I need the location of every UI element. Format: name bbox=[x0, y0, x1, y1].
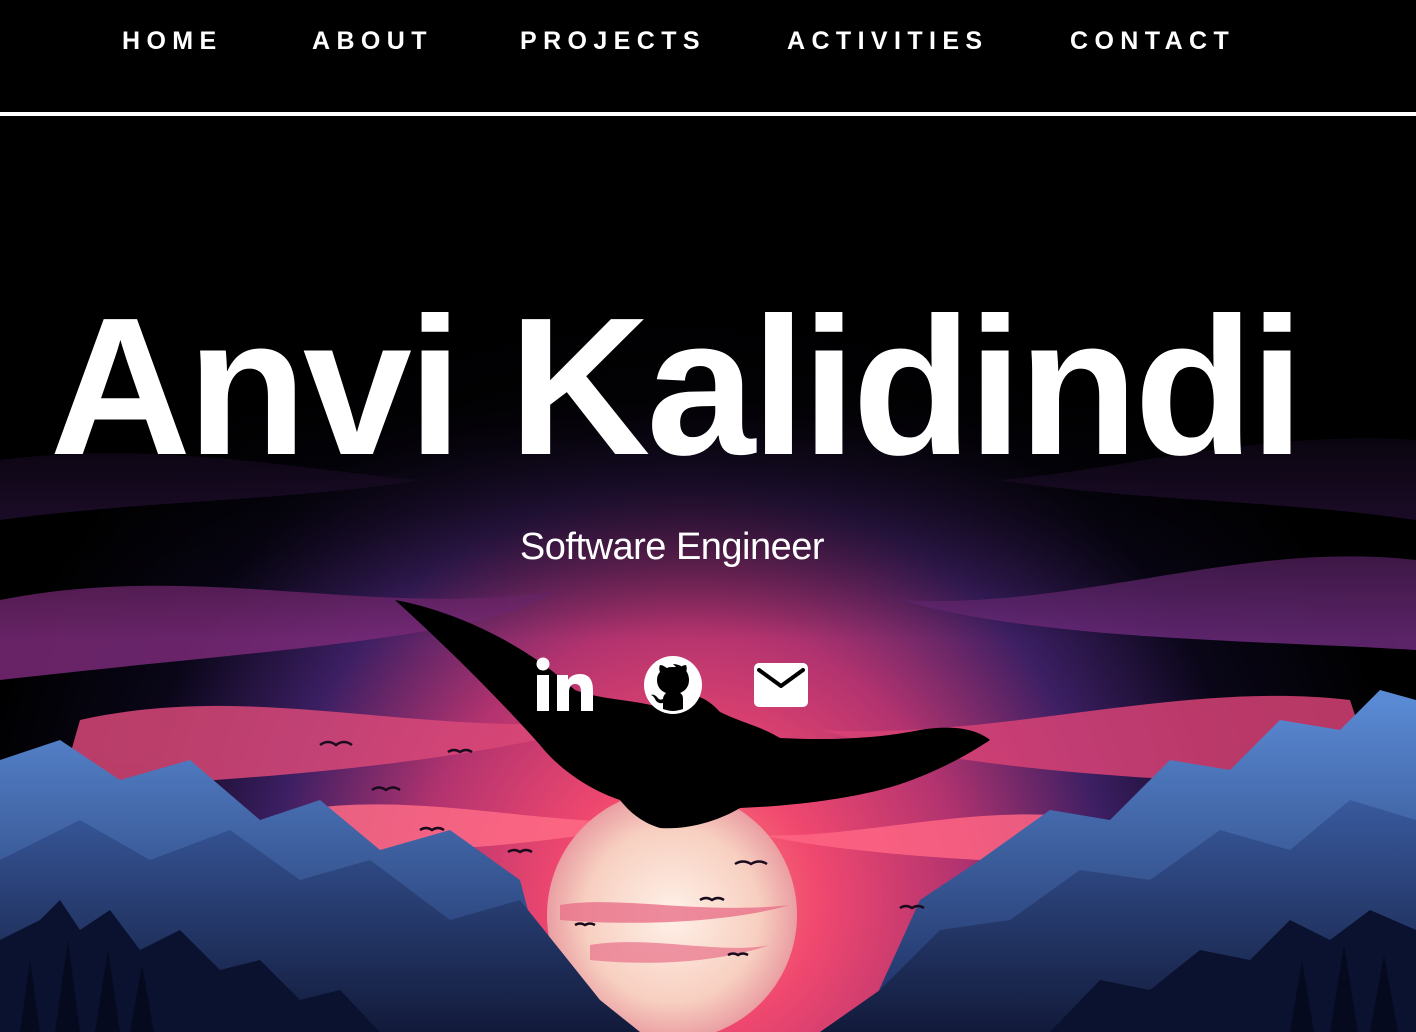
github-icon bbox=[642, 654, 704, 716]
top-nav: HOME ABOUT PROJECTS ACTIVITIES CONTACT bbox=[0, 0, 1416, 112]
nav-divider bbox=[0, 112, 1416, 116]
email-link[interactable] bbox=[745, 650, 817, 720]
nav-item-home[interactable]: HOME bbox=[122, 26, 223, 56]
mail-icon bbox=[754, 663, 808, 707]
linkedin-icon bbox=[535, 657, 595, 713]
page: HOME ABOUT PROJECTS ACTIVITIES CONTACT A… bbox=[0, 0, 1416, 1032]
hero-background-image bbox=[0, 116, 1416, 1032]
hero-name: Anvi Kalidindi bbox=[49, 277, 1305, 496]
nav-item-contact[interactable]: CONTACT bbox=[1070, 26, 1235, 56]
nav-item-about[interactable]: ABOUT bbox=[312, 26, 433, 56]
nav-item-projects[interactable]: PROJECTS bbox=[520, 26, 706, 56]
github-link[interactable] bbox=[637, 650, 709, 720]
nav-item-activities[interactable]: ACTIVITIES bbox=[787, 26, 989, 56]
linkedin-link[interactable] bbox=[529, 650, 601, 720]
hero-role: Software Engineer bbox=[519, 526, 825, 568]
